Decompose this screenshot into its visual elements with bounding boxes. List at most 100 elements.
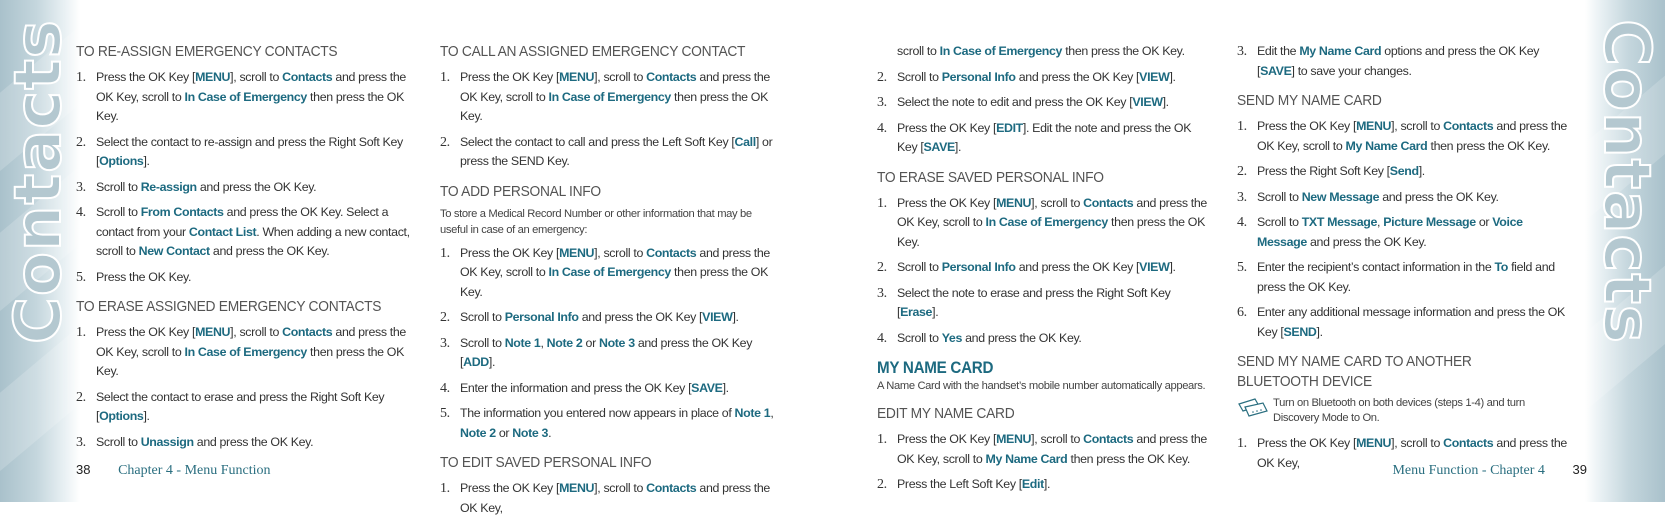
- step-text: The information you entered now appears …: [460, 406, 735, 420]
- section-erase-assigned-emergency: TO ERASE ASSIGNED EMERGENCY CONTACTS 1. P…: [76, 297, 416, 452]
- step-text: Press the OK Key [: [897, 432, 997, 446]
- step-number: 1.: [440, 481, 450, 496]
- step-item: 6. Enter any additional message informati…: [1237, 303, 1572, 342]
- step-number: 3.: [1237, 189, 1247, 205]
- step-item: 1. Press the OK Key [MENU], scroll to Con…: [877, 194, 1212, 253]
- highlighted-term: In Case of Emergency: [985, 215, 1109, 229]
- highlighted-term: MENU: [195, 70, 231, 84]
- step-number: 3.: [76, 434, 86, 450]
- step-text: Scroll to: [96, 205, 141, 219]
- step-text: Press the OK Key [: [1257, 436, 1357, 450]
- left-page-column-1: TO RE-ASSIGN EMERGENCY CONTACTS 1. Press …: [76, 42, 416, 462]
- step-number: 6.: [1237, 305, 1247, 320]
- step-text: and press the OK Key.: [196, 179, 317, 194]
- step-text: and press the OK Key.: [1379, 189, 1499, 204]
- step-text: ].: [1169, 69, 1176, 84]
- step-text: and press the OK Key [: [578, 310, 703, 324]
- step-number: 3.: [440, 335, 450, 351]
- step-text: Scroll to: [96, 179, 141, 194]
- highlighted-term: SEND: [1283, 324, 1317, 339]
- step-text: and press the OK Key.: [962, 330, 1082, 345]
- step-item: 1. Press the OK Key [MENU], scroll to Con…: [440, 244, 775, 303]
- step-number: 1.: [76, 70, 86, 85]
- highlighted-term: From Contacts: [140, 205, 224, 219]
- highlighted-term: TXT Message: [1301, 215, 1378, 229]
- highlighted-term: Contacts: [282, 325, 333, 339]
- step-text: and press the OK Key.: [1306, 234, 1427, 249]
- manual-spread: Contacts Contacts TO RE-ASSIGN EMERGENCY…: [0, 0, 1665, 515]
- highlighted-term: Contacts: [282, 70, 333, 84]
- section-heading: EDIT MY NAME CARD: [877, 405, 1015, 422]
- continued-line: scroll to In Case of Emergency then pres…: [877, 42, 1212, 62]
- step-list: 1. Press the OK Key [MENU], scroll to Con…: [1237, 117, 1572, 342]
- step-item: 4. Enter the information and press the OK…: [440, 379, 775, 399]
- highlighted-term: Note 2: [546, 335, 583, 350]
- step-text: or: [582, 335, 599, 350]
- section-heading: SEND MY NAME CARD TO ANOTHER BLUETOOTH D…: [1237, 353, 1472, 390]
- step-number: 1.: [440, 70, 450, 85]
- step-text: or: [1475, 215, 1493, 229]
- step-list: 3. Edit the My Name Card options and pres…: [1237, 42, 1572, 81]
- step-item: 3. Scroll to Unassign and press the OK Ke…: [76, 433, 416, 453]
- step-text: Scroll to: [1257, 215, 1302, 229]
- highlighted-term: Call: [734, 134, 757, 149]
- step-item: 3. Edit the My Name Card options and pres…: [1237, 42, 1572, 81]
- step-text: ], scroll to: [594, 481, 647, 495]
- step-text: Press the OK Key [: [1257, 119, 1357, 133]
- step-text: ], scroll to: [1391, 119, 1444, 133]
- step-item: 2. Scroll to Personal Info and press the …: [877, 68, 1212, 88]
- section-send-my-name-card: SEND MY NAME CARD 1. Press the OK Key [ME…: [1237, 91, 1572, 342]
- step-item: 1. Press the OK Key [MENU], scroll to Con…: [440, 68, 775, 127]
- step-number: 1.: [1237, 436, 1247, 451]
- highlighted-term: In Case of Emergency: [184, 344, 308, 359]
- step-text: ].: [732, 310, 739, 324]
- step-text: ].: [722, 380, 730, 395]
- section-edit-my-name-card: EDIT MY NAME CARD 1. Press the OK Key [ME…: [877, 404, 1212, 495]
- step-text: Select the contact to call and press the…: [460, 134, 735, 149]
- step-list: 1. Press the OK Key [MENU], scroll to Con…: [877, 194, 1212, 349]
- step-number: 1.: [877, 432, 887, 447]
- step-number: 2.: [877, 69, 887, 85]
- highlighted-term: Yes: [941, 330, 963, 345]
- footer-left: 38 Chapter 4 - Menu Function: [76, 462, 271, 479]
- step-text: then press the OK Key.: [1067, 451, 1190, 466]
- highlighted-term: MENU: [996, 195, 1032, 210]
- step-text: ].: [488, 355, 496, 369]
- step-text: Scroll to: [1257, 189, 1302, 204]
- step-text: Scroll to: [460, 310, 505, 324]
- highlighted-term: Personal Info: [941, 69, 1016, 84]
- step-number: 4.: [877, 120, 887, 136]
- step-text: ].: [954, 140, 962, 154]
- highlighted-term: Contacts: [646, 245, 697, 260]
- step-number: 2.: [877, 477, 887, 492]
- highlighted-term: Picture Message: [1383, 215, 1476, 229]
- step-text: ], scroll to: [594, 245, 647, 260]
- highlighted-term: My Name Card: [985, 451, 1068, 466]
- step-text: ], scroll to: [1031, 432, 1084, 446]
- highlighted-term: Options: [99, 409, 144, 423]
- step-number: 5.: [1237, 260, 1247, 275]
- step-text: ].: [143, 409, 150, 423]
- step-text: Select the note to edit and press the OK…: [897, 95, 1133, 109]
- step-text: Press the OK Key [: [460, 245, 560, 260]
- step-item: 5. Enter the recipient’s contact informat…: [1237, 258, 1572, 297]
- step-text: Press the OK Key [: [460, 70, 560, 84]
- step-item: 1. Press the OK Key [MENU], scroll to Con…: [76, 323, 416, 382]
- highlighted-term: Personal Info: [941, 260, 1016, 274]
- step-text: or: [495, 425, 513, 440]
- note: Turn on Bluetooth on both devices (steps…: [1237, 396, 1572, 426]
- highlighted-term: Contacts: [1443, 119, 1494, 133]
- highlighted-term: VIEW: [1132, 95, 1163, 109]
- step-item: 5. Press the OK Key.: [76, 268, 416, 288]
- section-heading: TO ERASE ASSIGNED EMERGENCY CONTACTS: [76, 298, 382, 315]
- highlighted-term: Contacts: [1443, 436, 1494, 450]
- step-list: 2. Scroll to Personal Info and press the …: [877, 68, 1212, 158]
- highlighted-term: MENU: [559, 70, 595, 84]
- section-heading: TO RE-ASSIGN EMERGENCY CONTACTS: [76, 43, 338, 60]
- step-text: Press the OK Key [: [897, 195, 997, 210]
- step-item: 4. Press the OK Key [EDIT]. Edit the note…: [877, 119, 1212, 158]
- step-item: 2. Select the contact to re-assign and pr…: [76, 133, 416, 172]
- section-reassign-emergency: TO RE-ASSIGN EMERGENCY CONTACTS 1. Press …: [76, 42, 416, 287]
- highlighted-term: Note 1: [504, 335, 541, 350]
- highlighted-term: MENU: [1356, 119, 1392, 133]
